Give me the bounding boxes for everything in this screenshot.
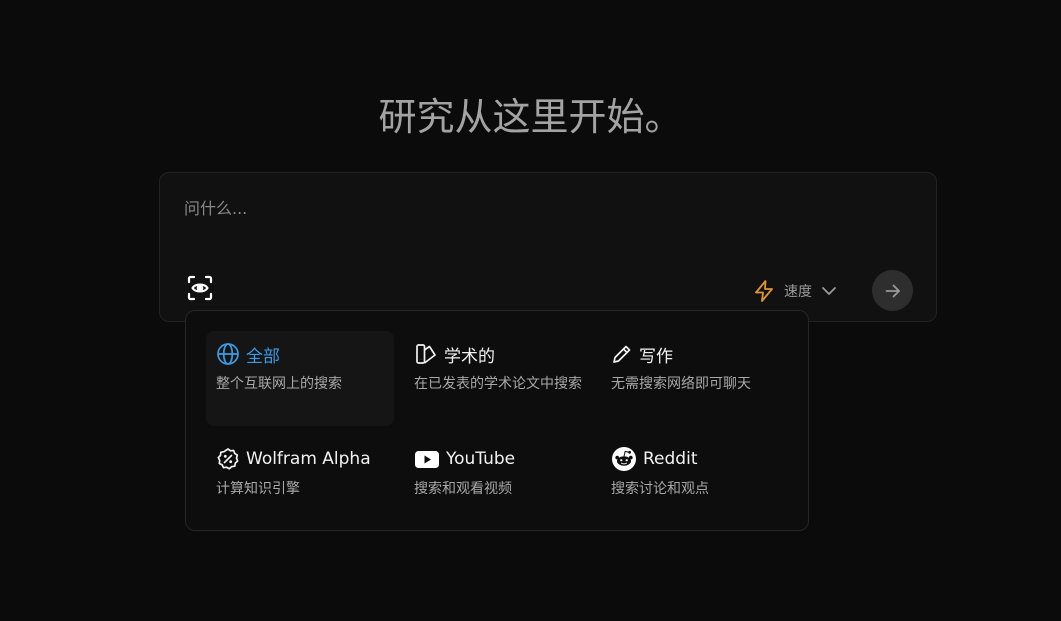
page: 研究从这里开始。 速度: [0, 0, 1061, 621]
speed-mode-select[interactable]: 速度: [752, 277, 840, 305]
focus-option-writing[interactable]: 写作 无需搜索网络即可聊天: [601, 331, 789, 426]
search-input[interactable]: [184, 199, 884, 218]
pencil-icon: [611, 343, 633, 365]
focus-button[interactable]: [185, 273, 215, 303]
page-title: 研究从这里开始。: [378, 95, 683, 139]
focus-option-description: 在已发表的学术论文中搜索: [414, 376, 582, 392]
submit-button[interactable]: [872, 270, 913, 311]
focus-option-description: 无需搜索网络即可聊天: [611, 376, 751, 392]
search-card: 速度: [159, 172, 937, 322]
mode-label: 速度: [784, 284, 812, 300]
focus-mode-panel: 全部 整个互联网上的搜索 学术的 在已发表的学术论文中搜索 写作 无需搜索网络即…: [185, 310, 809, 531]
focus-option-description: 搜索讨论和观点: [611, 481, 709, 497]
focus-option-title: 全部: [246, 346, 280, 367]
wolfram-icon: [216, 447, 240, 471]
reddit-icon: [611, 446, 637, 472]
focus-option-description: 整个互联网上的搜索: [216, 376, 342, 392]
focus-option-title: Wolfram Alpha: [246, 449, 371, 469]
focus-option-title: Reddit: [643, 449, 698, 469]
scan-eye-icon: [186, 274, 214, 302]
focus-option-title: 写作: [639, 346, 673, 367]
focus-option-description: 搜索和观看视频: [414, 481, 512, 497]
lightning-icon: [752, 279, 776, 303]
focus-option-reddit[interactable]: Reddit 搜索讨论和观点: [601, 436, 789, 516]
youtube-icon: [414, 447, 440, 471]
focus-option-academic[interactable]: 学术的 在已发表的学术论文中搜索: [404, 331, 592, 426]
focus-option-all[interactable]: 全部 整个互联网上的搜索: [206, 331, 394, 426]
arrow-right-icon: [883, 281, 903, 301]
focus-option-youtube[interactable]: YouTube 搜索和观看视频: [404, 436, 592, 516]
focus-option-wolfram-alpha[interactable]: Wolfram Alpha 计算知识引擎: [206, 436, 396, 516]
focus-option-description: 计算知识引擎: [216, 481, 300, 497]
globe-icon: [216, 342, 240, 366]
academic-icon: [414, 342, 438, 366]
focus-option-title: YouTube: [446, 449, 516, 469]
chevron-down-icon: [818, 280, 840, 302]
focus-option-title: 学术的: [444, 346, 495, 367]
